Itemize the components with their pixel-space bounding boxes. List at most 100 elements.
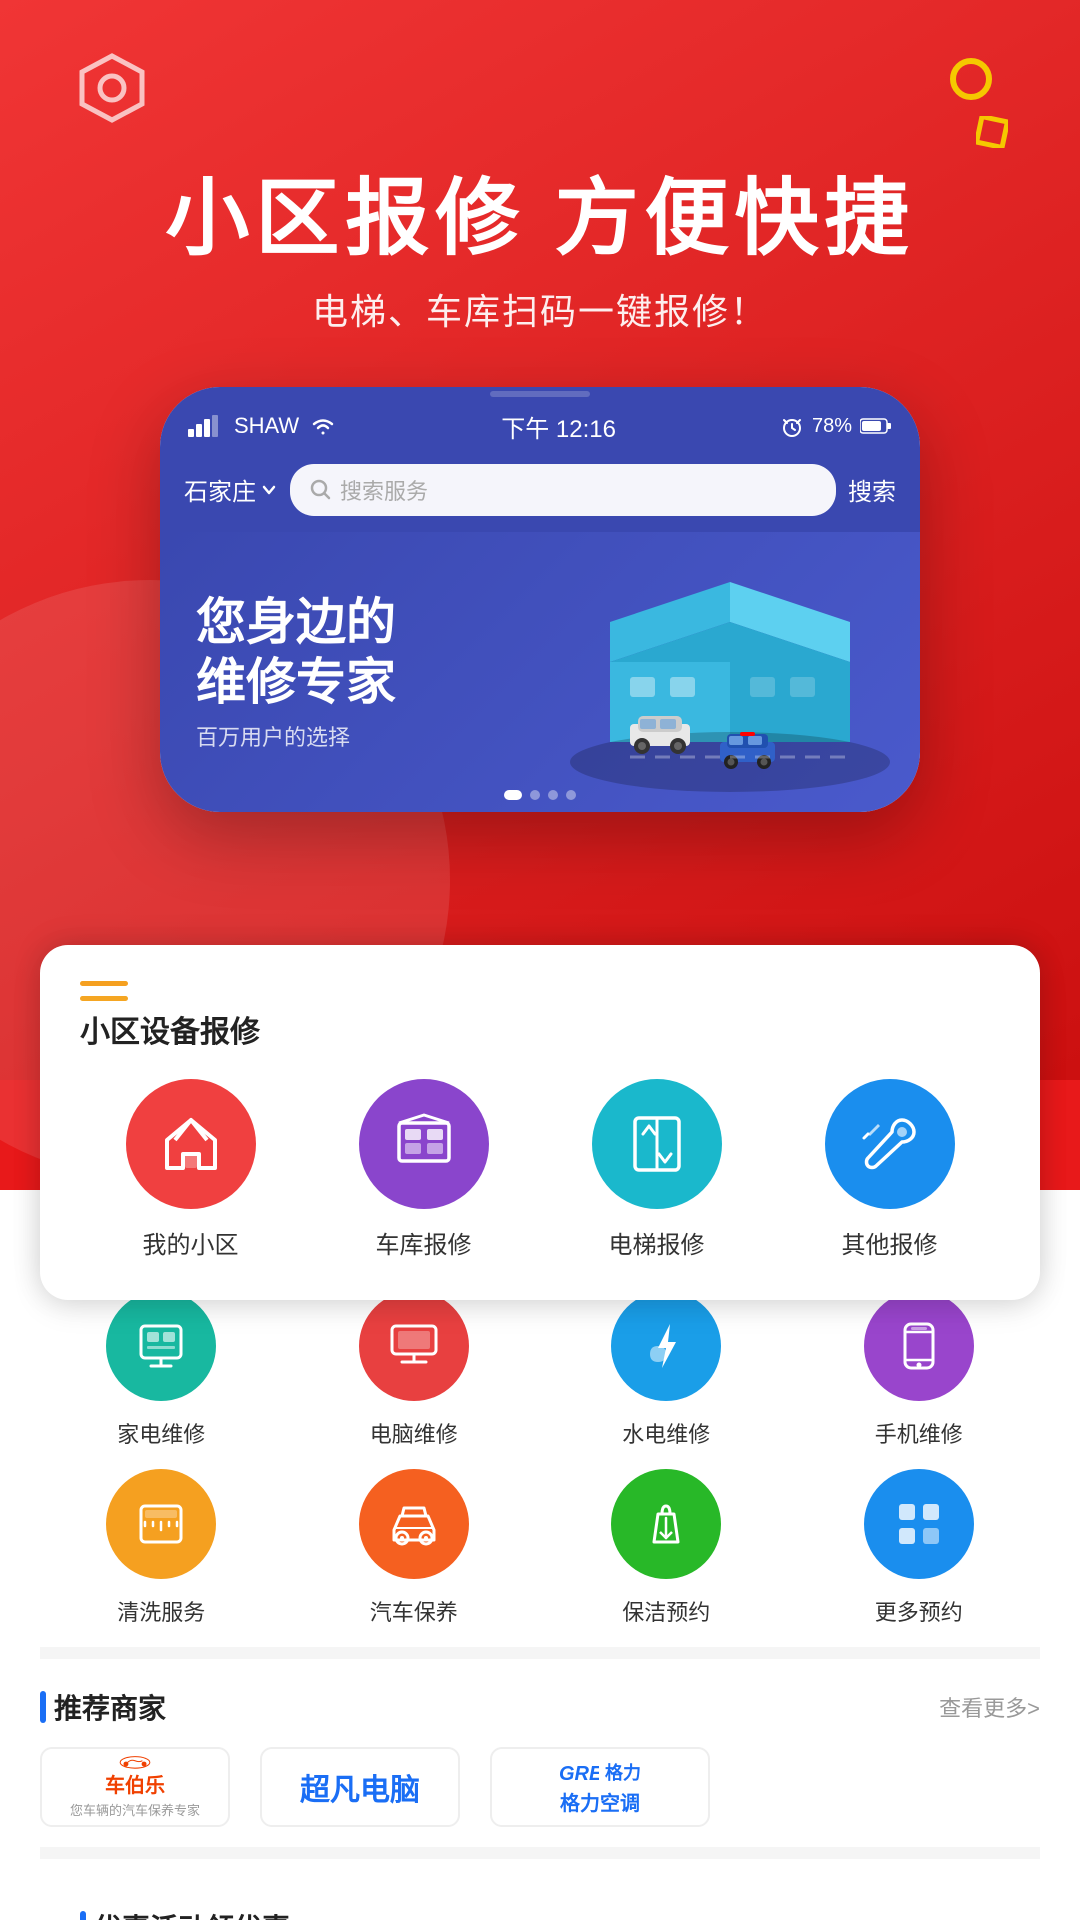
icon-car-service xyxy=(359,1469,469,1579)
brand-chaofan[interactable]: 超凡电脑 xyxy=(260,1747,460,1827)
repair-section-title: 小区设备报修 xyxy=(80,996,1000,1051)
label-mobile: 手机维修 xyxy=(875,1417,963,1449)
dot-1 xyxy=(504,790,522,800)
search-placeholder: 搜索服务 xyxy=(340,474,428,506)
chelele-icon xyxy=(95,1755,175,1769)
page-wrapper: 小区报修 方便快捷 电梯、车库扫码一键报修！ SHAW xyxy=(0,0,1080,1920)
hero-title: 小区报修 方便快捷 xyxy=(165,170,914,267)
label-more: 更多预约 xyxy=(875,1595,963,1627)
gree-logo-icon: GREE xyxy=(559,1760,599,1784)
banner-illustration xyxy=(550,542,910,802)
item-washing[interactable]: 清洗服务 xyxy=(40,1469,283,1627)
status-right: 78% xyxy=(780,415,892,438)
chevron-down-icon xyxy=(260,481,278,499)
label-water-electric: 水电维修 xyxy=(622,1417,710,1449)
signal-icon xyxy=(188,415,224,437)
icon-circle-garage xyxy=(359,1079,489,1209)
icon-washing xyxy=(106,1469,216,1579)
rec-title: 推荐商家 xyxy=(40,1687,166,1727)
car-service-icon xyxy=(386,1496,442,1552)
battery-icon xyxy=(860,417,892,435)
item-garage[interactable]: 车库报修 xyxy=(359,1079,489,1260)
svg-text:GREE: GREE xyxy=(559,1763,599,1784)
icon-cleaning xyxy=(611,1469,721,1579)
icon-mobile xyxy=(864,1291,974,1401)
recommended-section: 推荐商家 查看更多> 车伯乐 xyxy=(40,1647,1040,1847)
label-community: 我的小区 xyxy=(143,1225,239,1260)
carrier-name: SHAW xyxy=(234,413,299,439)
search-input-box[interactable]: 搜索服务 xyxy=(290,464,836,516)
banner-main-text: 您身边的 维修专家 xyxy=(196,592,396,712)
banner-text-area: 您身边的 维修专家 百万用户的选择 xyxy=(196,592,396,752)
dot-4 xyxy=(566,790,576,800)
banner-dots xyxy=(504,790,576,800)
city-name: 石家庄 xyxy=(184,472,256,507)
search-icon xyxy=(310,479,332,501)
item-mobile[interactable]: 手机维修 xyxy=(798,1291,1041,1449)
content-layer: 小区报修 方便快捷 电梯、车库扫码一键报修！ SHAW xyxy=(0,0,1080,1920)
label-appliance: 家电维修 xyxy=(117,1417,205,1449)
label-car-service: 汽车保养 xyxy=(370,1595,458,1627)
phone-status-bar: SHAW 下午 12:16 xyxy=(160,399,920,454)
more-section-title: 优惠活动领优惠 xyxy=(40,1883,1040,1920)
appliance-icon xyxy=(133,1318,189,1374)
brand-chaofan-name: 超凡电脑 xyxy=(300,1765,420,1809)
more-icon xyxy=(891,1496,947,1552)
city-selector[interactable]: 石家庄 xyxy=(184,472,278,507)
label-other: 其他报修 xyxy=(842,1225,938,1260)
phone-search-bar: 石家庄 搜索服务 搜索 xyxy=(160,454,920,532)
washing-icon xyxy=(133,1496,189,1552)
icon-appliance xyxy=(106,1291,216,1401)
label-computer: 电脑维修 xyxy=(370,1417,458,1449)
item-water-electric[interactable]: 水电维修 xyxy=(545,1291,788,1449)
icon-computer xyxy=(359,1291,469,1401)
brand-chelele-logo: 车伯乐 您车辆的汽车保养专家 xyxy=(40,1747,230,1827)
label-washing: 清洗服务 xyxy=(117,1595,205,1627)
hero-text-area: 小区报修 方便快捷 电梯、车库扫码一键报修！ xyxy=(165,170,914,335)
status-left: SHAW xyxy=(188,413,337,439)
alarm-icon xyxy=(780,415,804,437)
search-button[interactable]: 搜索 xyxy=(848,472,896,507)
wifi-icon xyxy=(309,415,337,437)
phone-mockup: SHAW 下午 12:16 xyxy=(160,387,920,812)
item-my-community[interactable]: 我的小区 xyxy=(126,1079,256,1260)
computer-icon xyxy=(386,1318,442,1374)
elevator-icon xyxy=(625,1112,689,1176)
life-icon-grid: 家电维修 电脑维修 xyxy=(40,1291,1040,1627)
battery-pct: 78% xyxy=(812,415,852,438)
dot-3 xyxy=(548,790,558,800)
dot-2 xyxy=(530,790,540,800)
item-car-service[interactable]: 汽车保养 xyxy=(293,1469,536,1627)
status-time: 下午 12:16 xyxy=(501,409,616,444)
more-section-area: 优惠活动领优惠 xyxy=(40,1847,1040,1920)
icon-circle-community xyxy=(126,1079,256,1209)
label-cleaning: 保洁预约 xyxy=(622,1595,710,1627)
brand-chelele[interactable]: 车伯乐 您车辆的汽车保养专家 xyxy=(40,1747,230,1827)
brand-gree-product: 格力空调 xyxy=(560,1787,640,1816)
brand-gree[interactable]: GREE 格力 格力空调 xyxy=(490,1747,710,1827)
rec-header: 推荐商家 查看更多> xyxy=(40,1687,1040,1727)
icon-water-electric xyxy=(611,1291,721,1401)
phone-banner: 您身边的 维修专家 百万用户的选择 xyxy=(160,532,920,812)
item-other[interactable]: 其他报修 xyxy=(825,1079,955,1260)
item-cleaning[interactable]: 保洁预约 xyxy=(545,1469,788,1627)
icon-circle-elevator xyxy=(592,1079,722,1209)
repair-icon-grid: 我的小区 xyxy=(80,1079,1000,1260)
wrench-icon xyxy=(858,1112,922,1176)
icon-circle-other xyxy=(825,1079,955,1209)
item-elevator[interactable]: 电梯报修 xyxy=(592,1079,722,1260)
mobile-icon xyxy=(891,1318,947,1374)
label-garage: 车库报修 xyxy=(376,1225,472,1260)
home-icon xyxy=(159,1112,223,1176)
water-electric-icon xyxy=(638,1318,694,1374)
brand-logos: 车伯乐 您车辆的汽车保养专家 超凡电脑 GREE xyxy=(40,1747,1040,1827)
item-more[interactable]: 更多预约 xyxy=(798,1469,1041,1627)
label-elevator: 电梯报修 xyxy=(609,1225,705,1260)
item-appliance[interactable]: 家电维修 xyxy=(40,1291,283,1449)
rec-more[interactable]: 查看更多> xyxy=(939,1691,1040,1723)
card-accent-line xyxy=(80,981,128,986)
item-computer[interactable]: 电脑维修 xyxy=(293,1291,536,1449)
hero-subtitle: 电梯、车库扫码一键报修！ xyxy=(165,283,914,335)
brand-gree-logo: GREE 格力 xyxy=(559,1759,641,1785)
car-garage-icon xyxy=(391,1111,457,1177)
